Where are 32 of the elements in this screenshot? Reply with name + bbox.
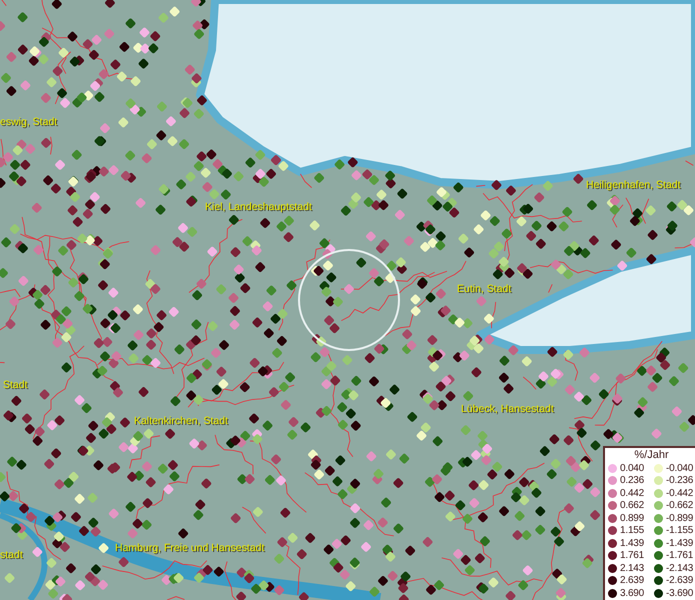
place-label: eswig, Stadt — [0, 116, 58, 128]
legend-value: 0.442 — [620, 488, 644, 499]
legend-value: -0.899 — [666, 512, 694, 524]
legend-value: -0.040 — [666, 462, 694, 474]
place-label: Kiel, Landeshauptstadt — [205, 201, 312, 213]
place-label: Kaltenkirchen, Stadt — [134, 415, 228, 427]
legend-value: 0.040 — [620, 462, 644, 474]
legend-value: -2.639 — [666, 575, 694, 586]
legend-value: 0.236 — [620, 475, 644, 486]
legend-value: 0.899 — [620, 512, 644, 524]
legend-value: 1.439 — [620, 538, 644, 549]
place-label: Heiligenhafen, Stadt — [586, 179, 681, 191]
legend-value: -0.662 — [666, 500, 694, 512]
legend-value: -2.143 — [666, 562, 694, 574]
legend-title: %/Jahr — [634, 449, 669, 462]
legend-value: 1.761 — [620, 550, 644, 562]
place-label: stadt — [0, 549, 23, 561]
legend-value: -1.155 — [666, 525, 694, 536]
legend-value: 0.662 — [620, 500, 644, 512]
legend-value: 2.639 — [620, 575, 644, 586]
legend-value: 3.690 — [620, 588, 644, 599]
legend-value: -1.439 — [666, 538, 694, 549]
legend-value: -1.761 — [666, 550, 694, 562]
place-label: Eutin, Stadt — [457, 283, 512, 295]
legend-value: 1.155 — [620, 525, 644, 536]
legend-value: -0.442 — [666, 488, 694, 499]
place-label: Hamburg, Freie und Hansestadt — [115, 542, 264, 554]
legend-value: -0.236 — [666, 475, 694, 486]
legend-value: -3.690 — [666, 588, 694, 599]
legend-value: 2.143 — [620, 562, 644, 574]
place-label: Lübeck, Hansestadt — [461, 403, 554, 415]
place-label: Stadt — [3, 379, 28, 391]
